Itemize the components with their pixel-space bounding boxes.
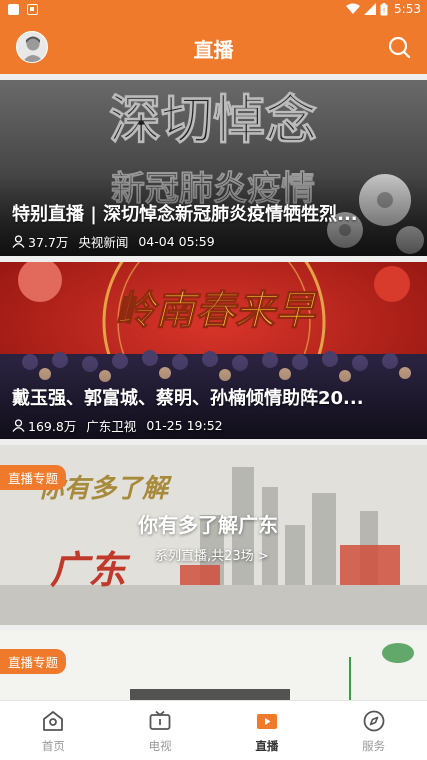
compass-icon xyxy=(363,710,385,732)
tv-icon xyxy=(149,710,171,730)
home-icon xyxy=(43,711,64,731)
card-meta: 37.7万 央视新闻 04-04 05:59 xyxy=(12,232,215,251)
live-video-icon xyxy=(256,714,277,729)
app-header: 直播 xyxy=(0,20,427,74)
card-image-headline: 岭南春来早 xyxy=(115,287,318,334)
broadcast-time: 04-04 05:59 xyxy=(138,234,215,249)
signal-icon xyxy=(364,3,377,15)
bottom-nav: 首页 电视 直播 服务 xyxy=(0,700,427,760)
status-bar: ! 5:53 xyxy=(0,0,427,20)
topic-badge: 直播专题 xyxy=(0,649,67,674)
live-feed: 深切悼念 新冠肺炎疫情 特别直播 | 深切悼念新冠肺炎疫情牺牲烈... 37.7… xyxy=(0,74,427,700)
nav-item-services[interactable]: 服务 xyxy=(320,701,427,760)
topic-title: 你有多了解广东 xyxy=(138,513,278,537)
clock: 5:53 xyxy=(394,2,421,16)
topic-card[interactable]: 你有多了解 广东 直播专题 你有多了解广东 系列直播,共23场 > xyxy=(0,445,427,625)
svg-text:!: ! xyxy=(383,7,386,15)
nav-label: 直播 xyxy=(255,739,279,753)
app-notification-icon xyxy=(27,4,38,15)
card-title: 戴玉强、郭富城、蔡明、孙楠倾情助阵20... xyxy=(12,388,364,409)
card-title: 特别直播 | 深切悼念新冠肺炎疫情牺牲烈... xyxy=(12,204,358,225)
nav-item-live[interactable]: 直播 xyxy=(214,701,321,760)
topic-subtitle-link[interactable]: 系列直播,共23场 > xyxy=(155,545,269,564)
search-icon[interactable] xyxy=(385,33,413,61)
battery-icon: ! xyxy=(380,2,388,15)
live-card[interactable]: 深切悼念 新冠肺炎疫情 特别直播 | 深切悼念新冠肺炎疫情牺牲烈... 37.7… xyxy=(0,80,427,256)
card-meta: 169.8万 广东卫视 01-25 19:52 xyxy=(12,416,223,435)
nav-item-tv[interactable]: 电视 xyxy=(107,701,214,760)
wifi-icon xyxy=(346,3,361,14)
topic-badge: 直播专题 xyxy=(0,465,67,490)
card-image-headline: 深切悼念 xyxy=(109,91,317,151)
nav-label: 服务 xyxy=(362,739,386,753)
viewer-icon xyxy=(12,235,25,248)
view-count: 37.7万 xyxy=(28,235,69,250)
view-count: 169.8万 xyxy=(28,419,77,434)
source-name: 央视新闻 xyxy=(78,235,129,250)
nav-label: 首页 xyxy=(41,739,65,753)
topic-card[interactable]: 直播专题 xyxy=(0,631,427,700)
live-card[interactable]: 岭南春来早 戴玉强、郭富城、蔡明、孙楠倾情助阵20... 169.8万 广东卫视… xyxy=(0,262,427,439)
source-name: 广东卫视 xyxy=(86,419,137,434)
status-indicators: ! 5:53 xyxy=(346,2,421,16)
svg-text:广东: 广东 xyxy=(50,547,131,592)
viewer-icon xyxy=(12,419,25,432)
nav-item-home[interactable]: 首页 xyxy=(0,701,107,760)
nav-label: 电视 xyxy=(148,739,172,753)
notification-icon xyxy=(8,4,19,15)
page-title: 直播 xyxy=(193,38,234,62)
broadcast-time: 01-25 19:52 xyxy=(146,418,223,433)
